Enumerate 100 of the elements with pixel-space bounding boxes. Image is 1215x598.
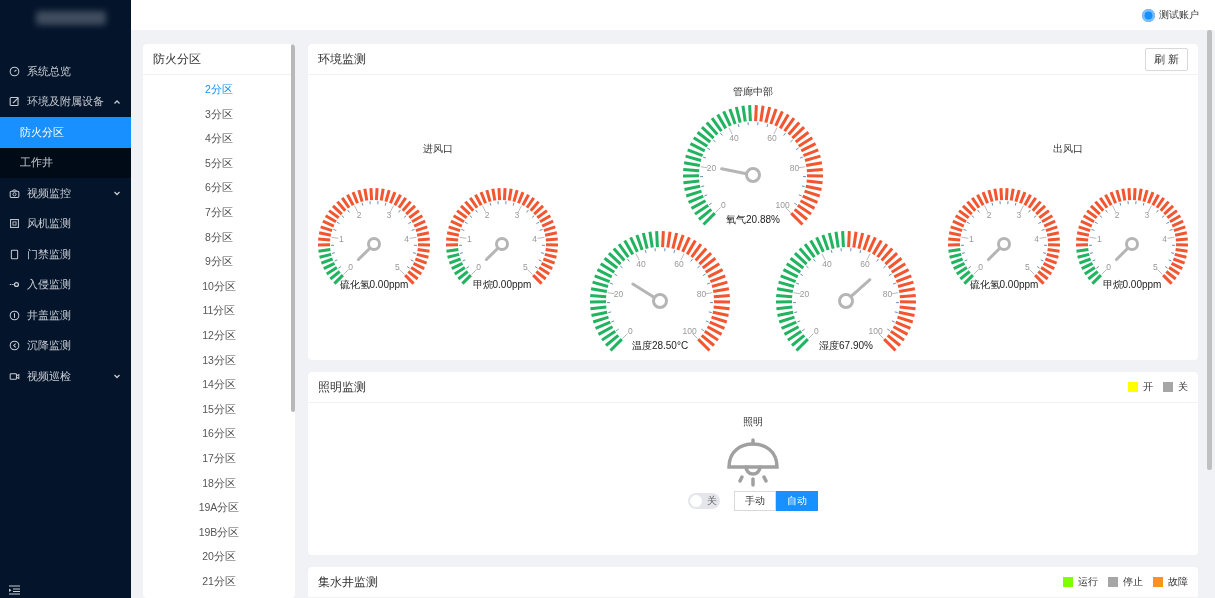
zone-item[interactable]: 20分区 <box>198 544 240 569</box>
gauge-reading: 硫化氢0.00ppm <box>339 278 409 292</box>
menu-item[interactable]: 系统总览 <box>0 56 131 87</box>
tick-label: 80 <box>789 163 800 174</box>
tick-label: 100 <box>775 199 790 210</box>
dashboard-icon <box>9 65 20 77</box>
gauge-reading: 湿度67.90% <box>819 339 873 353</box>
tick-label: 0 <box>978 262 984 273</box>
tick-label: 1 <box>969 233 974 244</box>
menu-item[interactable]: 门禁监测 <box>0 239 131 270</box>
user-name[interactable]: 测试账户 <box>1159 8 1199 22</box>
chevron-icon <box>113 189 121 198</box>
tick-label: 4 <box>1034 233 1039 244</box>
tick-label: 5 <box>394 262 400 273</box>
tick-label: 100 <box>682 325 697 336</box>
tick-label: 20 <box>613 289 624 300</box>
tablet-icon <box>9 248 20 260</box>
menu-item[interactable]: 入侵监测 <box>0 269 131 300</box>
gauge-reading: 甲烷0.00ppm <box>1102 278 1162 292</box>
zone-item[interactable]: 9分区 <box>201 249 237 274</box>
gauge-needle <box>720 167 761 183</box>
gauge-reading: 甲烷0.00ppm <box>472 278 532 292</box>
tick-label: 5 <box>522 262 528 273</box>
device-title: 照明 <box>743 415 763 429</box>
legend-label: 运行 <box>1078 575 1098 589</box>
zone-item[interactable]: 8分区 <box>201 224 237 250</box>
tick-label: 5 <box>1152 262 1158 273</box>
zone-item[interactable]: 4分区 <box>201 126 237 151</box>
zone-item[interactable]: 12分区 <box>198 322 240 348</box>
group-title: 管廊中部 <box>733 85 773 99</box>
tick-label: 80 <box>696 289 707 300</box>
tick-label: 3 <box>386 209 392 220</box>
zone-item[interactable]: 21分区 <box>198 568 240 594</box>
tick-label: 0 <box>348 262 354 273</box>
zone-item[interactable]: 13分区 <box>198 347 240 373</box>
tick-label: 80 <box>882 289 893 300</box>
tick-label: 1 <box>339 233 344 244</box>
chevron-icon <box>113 372 121 381</box>
gauge-needle <box>1114 237 1139 262</box>
blurred-logo <box>36 11 106 25</box>
menu-item[interactable]: 视频巡检 <box>0 361 131 392</box>
tick-label: 5 <box>1024 262 1030 273</box>
menu-item[interactable]: 视频监控 <box>0 178 131 209</box>
tick-label: 60 <box>674 258 684 269</box>
zone-item[interactable]: 5分区 <box>201 150 237 176</box>
zone-item[interactable]: 3分区 <box>201 101 237 127</box>
zone-item[interactable]: 7分区 <box>201 199 237 225</box>
edit-icon <box>9 96 20 108</box>
tick-label: 3 <box>514 209 520 220</box>
submenu-item[interactable]: 工作井 <box>0 147 131 178</box>
zone-item[interactable]: 18分区 <box>198 470 240 496</box>
zone-item[interactable]: 14分区 <box>198 372 240 397</box>
gauge-needle <box>631 282 668 309</box>
tick-label: 1 <box>467 233 472 244</box>
tick-label: 0 <box>627 325 633 336</box>
zone-item[interactable]: 19A分区 <box>194 495 244 520</box>
gauge-needle <box>484 237 509 262</box>
gauge-reading: 氧气20.88% <box>726 213 780 227</box>
refresh-button[interactable]: 刷 新 <box>1144 47 1188 71</box>
mode-button[interactable]: 手动 <box>734 491 776 511</box>
zone-item[interactable]: 15分区 <box>198 396 240 422</box>
tick-label: 0 <box>1106 262 1112 273</box>
zone-item[interactable]: 16分区 <box>198 421 240 446</box>
zone-item[interactable]: 6分区 <box>201 175 237 200</box>
gauge-needle <box>838 278 872 309</box>
zone-item[interactable]: 11分区 <box>198 298 240 323</box>
scrollbar[interactable] <box>1207 30 1212 470</box>
gauge-reading: 温度28.50°C <box>631 339 689 353</box>
tick-label: 3 <box>1144 209 1150 220</box>
tick-label: 100 <box>868 325 883 336</box>
zone-item[interactable]: 17分区 <box>198 445 240 471</box>
menu-item[interactable]: 环境及附属设备 <box>0 86 131 117</box>
toggle-switch[interactable]: 关 <box>688 493 720 509</box>
zone-item[interactable]: 19B分区 <box>194 519 244 545</box>
tick-label: 2 <box>356 209 362 220</box>
card-title: 照明监测 <box>318 379 367 395</box>
video-icon <box>9 370 20 382</box>
legend-label: 开 <box>1143 380 1153 394</box>
tick-label: 60 <box>767 132 777 143</box>
tick-label: 4 <box>532 233 537 244</box>
avatar-icon[interactable] <box>1142 8 1155 22</box>
gauge-reading: 硫化氢0.00ppm <box>969 278 1039 292</box>
circle-icon <box>9 309 20 321</box>
gauge-needle <box>986 237 1011 262</box>
tick-label: 3 <box>1016 209 1022 220</box>
tick-label: 2 <box>484 209 490 220</box>
tick-label: 20 <box>706 163 717 174</box>
scrollbar[interactable] <box>291 44 295 412</box>
tick-label: 2 <box>1114 209 1120 220</box>
circle-icon <box>9 340 20 352</box>
tick-label: 1 <box>1097 233 1102 244</box>
legend-label: 关 <box>1178 380 1188 394</box>
menu-item[interactable]: 沉降监测 <box>0 330 131 361</box>
menu-item[interactable]: 井盖监测 <box>0 300 131 331</box>
menu-fold-icon[interactable] <box>9 585 20 595</box>
menu-item[interactable]: 风机监测 <box>0 208 131 239</box>
zone-item[interactable]: 10分区 <box>198 273 240 299</box>
tick-label: 2 <box>986 209 992 220</box>
tick-label: 40 <box>822 258 832 269</box>
tick-label: 60 <box>860 258 870 269</box>
